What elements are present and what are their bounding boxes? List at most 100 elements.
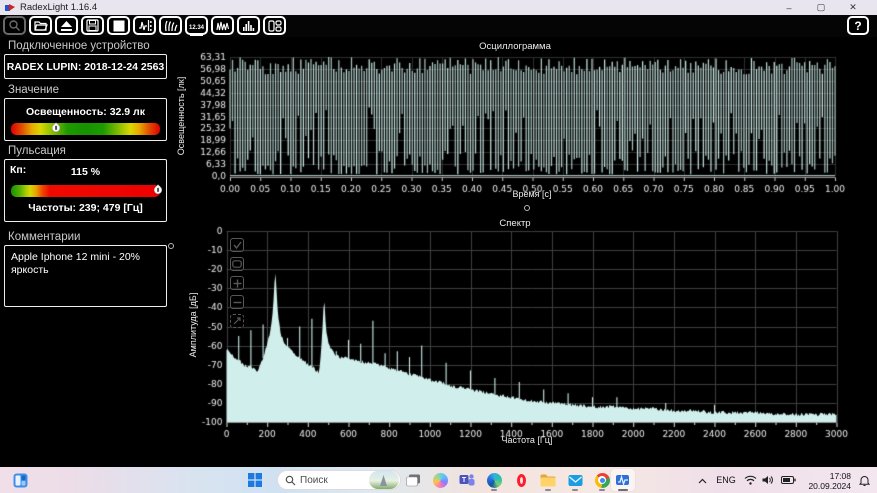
device-name-box: RADEX LUPIN: 2018-12-24 2563 — [4, 54, 167, 79]
edge-button[interactable] — [482, 469, 506, 491]
window-controls: – ▢ ✕ — [773, 0, 869, 15]
speaker-icon — [762, 475, 774, 485]
numeric-view-button[interactable]: 12.34 — [185, 16, 208, 35]
chart-zoom-controls — [230, 238, 244, 333]
fit-view-icon — [233, 317, 241, 325]
opera-button[interactable] — [509, 469, 533, 491]
open-file-button[interactable] — [29, 16, 52, 35]
tray-overflow-button[interactable] — [693, 478, 711, 484]
chart-zoom-in-button[interactable] — [230, 276, 244, 290]
pulsation-box: Кп: 115 % Частоты: 239; 479 [Гц] — [4, 159, 167, 222]
window-title: RadexLight 1.16.4 — [20, 2, 97, 13]
kp-label: Кп: — [10, 164, 26, 176]
desktop: RadexLight 1.16.4 – ▢ ✕ — [0, 0, 877, 493]
illuminance-value: Освещенность: 32.9 лк — [5, 106, 166, 118]
search-box[interactable]: Поиск — [277, 470, 401, 490]
notifications-button[interactable] — [851, 474, 877, 486]
stop-icon — [113, 20, 125, 32]
taskbar: Поиск T — [0, 467, 877, 493]
spectrum-title: Спектр — [405, 218, 625, 229]
wifi-icon — [744, 475, 757, 485]
marquee-rectangle-icon — [232, 260, 242, 268]
widgets-button[interactable] — [8, 469, 32, 491]
plus-icon — [233, 279, 242, 288]
maximize-button[interactable]: ▢ — [805, 0, 837, 15]
split-layout-icon — [268, 20, 282, 32]
copilot-button[interactable] — [428, 469, 452, 491]
oscillogram-xlabel: Время [с] — [462, 189, 602, 199]
waveform-cursor-icon — [138, 19, 152, 32]
pulsation-section-title: Пульсация — [8, 145, 66, 157]
search-highlight-image — [369, 471, 399, 489]
radexlight-taskbar-button[interactable] — [611, 469, 635, 491]
pulsation-frequencies: Частоты: 239; 479 [Гц] — [5, 202, 166, 214]
spectrum-ylabel: Амплитуда [дБ] — [188, 260, 198, 390]
task-view-button[interactable] — [401, 469, 425, 491]
measure-settings-button[interactable] — [133, 16, 156, 35]
close-button[interactable]: ✕ — [837, 0, 869, 15]
chevron-up-icon — [698, 478, 707, 484]
start-button[interactable] — [243, 469, 267, 491]
comments-box[interactable]: Apple Iphone 12 mini - 20% яркость — [4, 245, 167, 307]
chrome-icon — [595, 473, 610, 488]
teams-button[interactable]: T — [455, 469, 479, 491]
comments-section-title: Комментарии — [8, 231, 80, 243]
open-folder-icon — [34, 20, 48, 32]
kp-value: 115 % — [5, 166, 166, 178]
chart-reset-zoom-button[interactable] — [230, 314, 244, 328]
widgets-icon — [13, 473, 28, 488]
save-button[interactable] — [81, 16, 104, 35]
mail-button[interactable] — [563, 469, 587, 491]
oscillogram-view-button[interactable] — [211, 16, 234, 35]
opera-icon — [517, 474, 526, 487]
window-titlebar: RadexLight 1.16.4 – ▢ ✕ — [0, 0, 877, 15]
chart-zoom-out-button[interactable] — [230, 295, 244, 309]
checkmark-icon — [233, 241, 242, 249]
hand-wave-icon — [164, 19, 178, 32]
app-icon — [5, 3, 15, 13]
charts-canvas — [172, 36, 877, 467]
help-button[interactable]: ? — [847, 16, 869, 35]
pulsation-marker — [152, 184, 163, 195]
comments-grip-dot — [168, 243, 174, 249]
zoom-tool-button[interactable] — [3, 16, 26, 35]
radexlight-app-icon — [615, 473, 631, 487]
magnifier-icon — [8, 19, 21, 32]
search-icon — [285, 475, 296, 486]
file-explorer-button[interactable] — [536, 469, 560, 491]
pulsation-scale-bar — [11, 185, 160, 197]
tray-time: 17:08 — [799, 471, 851, 481]
battery-icon — [781, 476, 796, 484]
battery-indicator[interactable] — [777, 476, 799, 484]
comment-text: Apple Iphone 12 mini - 20% яркость — [5, 246, 166, 281]
edge-icon — [487, 473, 502, 488]
system-tray: ENG — [693, 467, 877, 493]
clock[interactable]: 17:08 20.09.2024 — [799, 469, 851, 491]
device-name: RADEX LUPIN: 2018-12-24 2563 — [7, 61, 165, 73]
splitter-grip-dot — [524, 205, 530, 211]
stop-measure-button[interactable] — [107, 16, 130, 35]
bar-chart-icon — [242, 20, 256, 32]
folder-icon — [540, 474, 556, 487]
oscillogram-icon — [216, 20, 230, 32]
eject-icon — [60, 20, 73, 32]
illuminance-box: Освещенность: 32.9 лк — [4, 98, 167, 141]
volume-indicator[interactable] — [759, 475, 777, 485]
wifi-indicator[interactable] — [741, 475, 759, 485]
floppy-save-icon — [86, 19, 99, 32]
windows-logo-icon — [248, 473, 262, 487]
oscillogram-ylabel: Освещенность [лк] — [176, 51, 186, 181]
chart-select-button[interactable] — [230, 238, 244, 252]
minimize-button[interactable]: – — [773, 0, 805, 15]
language-indicator[interactable]: ENG — [711, 475, 741, 485]
device-section-title: Подключенное устройство — [8, 40, 150, 52]
teams-icon: T — [459, 473, 475, 487]
mail-icon — [568, 474, 583, 487]
toolbar: 12.34 ? — [0, 15, 877, 37]
layout-view-button[interactable] — [263, 16, 286, 35]
chart-zoom-region-button[interactable] — [230, 257, 244, 271]
flicker-mode-button[interactable] — [159, 16, 182, 35]
spectrum-view-button[interactable] — [237, 16, 260, 35]
eject-device-button[interactable] — [55, 16, 78, 35]
svg-text:T: T — [462, 477, 467, 484]
